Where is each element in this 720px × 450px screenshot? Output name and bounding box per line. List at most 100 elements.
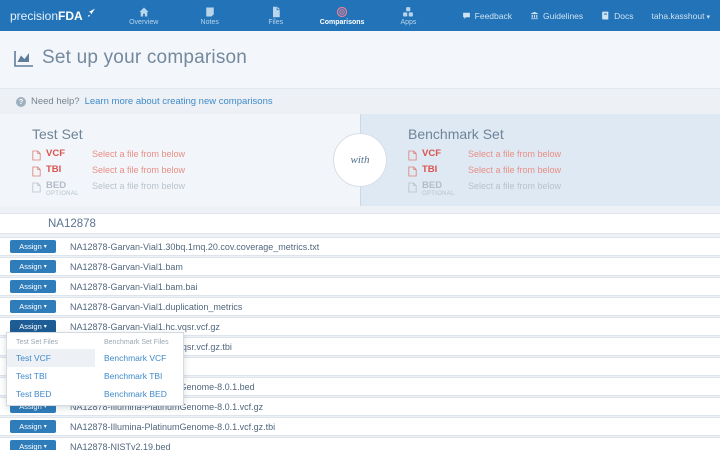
optional-note: OPTIONAL — [46, 191, 79, 198]
test-set-panel: Test Set VCF Select a file from below TB… — [0, 114, 360, 206]
menu-item-benchmark-bed[interactable]: Benchmark BED — [95, 385, 183, 403]
benchmark-bed-row: BED OPTIONAL Select a file from below — [408, 180, 720, 198]
menu-item-benchmark-vcf[interactable]: Benchmark VCF — [95, 349, 183, 367]
menu-item-benchmark-tbi[interactable]: Benchmark TBI — [95, 367, 183, 385]
help-prefix: Need help? — [31, 96, 80, 107]
file-row: Assign ▾ NA12878-Garvan-Vial1.30bq.1mq.20… — [0, 237, 720, 256]
nav-link-label: Guidelines — [543, 10, 584, 21]
file-row: Assign ▾ NA12878-Garvan-Vial1.duplication… — [0, 297, 720, 316]
comparison-setup-panels: Test Set VCF Select a file from below TB… — [0, 114, 720, 206]
assign-label: Assign — [19, 302, 42, 311]
nav-item-apps[interactable]: Apps — [386, 0, 430, 31]
feedback-link[interactable]: Feedback — [462, 11, 512, 21]
bank-icon — [531, 11, 538, 20]
nav-label: Comparisons — [319, 18, 365, 26]
home-icon — [139, 7, 149, 16]
file-name: NA12878-Garvan-Vial1.duplication_metrics — [70, 301, 243, 312]
test-bed-type: BED — [46, 180, 67, 191]
test-bed-select-link[interactable]: Select a file from below — [92, 181, 185, 191]
page-title: Set up your comparison — [42, 47, 248, 68]
file-name: NA12878-Garvan-Vial1.bam — [70, 261, 183, 272]
nav-item-comparisons[interactable]: Comparisons — [319, 0, 365, 31]
test-tbi-row: TBI Select a file from below — [32, 164, 360, 177]
assign-label: Assign — [19, 322, 42, 331]
help-link[interactable]: Learn more about creating new comparison… — [85, 96, 273, 107]
speech-bubble-icon — [462, 12, 470, 19]
assign-label: Assign — [19, 422, 42, 431]
benchmark-vcf-select-link[interactable]: Select a file from below — [468, 149, 561, 159]
cubes-icon — [403, 6, 414, 16]
file-name: NA12878-NISTv2.19.bed — [70, 441, 171, 450]
page-icon — [408, 166, 417, 177]
benchmark-vcf-label: VCF — [422, 148, 441, 159]
assign-label: Assign — [19, 442, 42, 450]
caret-down-icon: ▾ — [43, 284, 47, 290]
optional-note: OPTIONAL — [422, 191, 455, 198]
file-row: Assign ▾ NA12878-Garvan-Vial1.bam — [0, 257, 720, 276]
nav-item-files[interactable]: Files — [254, 0, 298, 31]
file-filter-input[interactable] — [0, 214, 720, 234]
chart-icon — [14, 51, 33, 67]
dropdown-test-column: Test Set Files Test VCF Test TBI Test BE… — [7, 335, 95, 403]
precisionfda-logo[interactable]: precision FDA — [10, 8, 96, 23]
nav-label: Notes — [200, 18, 219, 26]
test-set-title: Test Set — [32, 126, 83, 142]
benchmark-bed-select-link[interactable]: Select a file from below — [468, 181, 561, 191]
benchmark-tbi-label: TBI — [422, 164, 438, 175]
caret-down-icon: ▾ — [43, 244, 47, 250]
test-tbi-select-link[interactable]: Select a file from below — [92, 165, 185, 175]
nav-item-notes[interactable]: Notes — [188, 0, 232, 31]
test-vcf-select-link[interactable]: Select a file from below — [92, 149, 185, 159]
page-icon — [32, 182, 41, 193]
benchmark-tbi-row: TBI Select a file from below — [408, 164, 720, 177]
caret-down-icon: ▾ — [43, 324, 47, 330]
user-menu[interactable]: taha.kasshout ▾ — [652, 11, 710, 21]
file-row: Assign ▾ NA12878-Garvan-Vial1.bam.bai — [0, 277, 720, 296]
nav-label: Apps — [400, 18, 417, 26]
dropdown-header-benchmark: Benchmark Set Files — [104, 339, 169, 346]
dropdown-header-test: Test Set Files — [16, 339, 59, 346]
menu-item-test-vcf[interactable]: Test VCF — [7, 349, 95, 367]
rocket-icon — [87, 8, 95, 17]
assign-label: Assign — [19, 242, 42, 251]
file-filter — [0, 213, 720, 234]
brand-text-regular: precision — [10, 8, 59, 23]
caret-down-icon: ▾ — [43, 264, 47, 270]
with-connector: with — [333, 133, 387, 187]
assign-button[interactable]: Assign▾ — [10, 280, 56, 293]
caret-down-icon: ▾ — [43, 444, 47, 450]
file-icon — [272, 6, 280, 17]
file-name: NA12878-Illumina-PlatinumGenome-8.0.1.vc… — [70, 421, 276, 432]
benchmark-set-panel: Benchmark Set VCF Select a file from bel… — [360, 114, 720, 206]
nav-item-overview[interactable]: Overview — [122, 0, 166, 31]
assign-dropdown-menu: Test Set Files Test VCF Test TBI Test BE… — [6, 332, 184, 406]
assign-label: Assign — [19, 282, 42, 291]
main-nav: Overview Notes Files Comparisons Apps — [122, 0, 431, 31]
assign-button[interactable]: Assign▾ — [10, 300, 56, 313]
assign-button[interactable]: Assign▾ — [10, 420, 56, 433]
menu-item-test-bed[interactable]: Test BED — [7, 385, 95, 403]
book-icon — [602, 11, 609, 20]
nav-right: Feedback Guidelines Docs taha.kasshout ▾ — [462, 11, 710, 21]
page-icon — [32, 150, 41, 161]
assign-button[interactable]: Assign▾ — [10, 260, 56, 273]
dropdown-benchmark-column: Benchmark Set Files Benchmark VCF Benchm… — [95, 335, 183, 403]
benchmark-bed-label: BED OPTIONAL — [422, 180, 468, 198]
menu-item-test-tbi[interactable]: Test TBI — [7, 367, 95, 385]
page-icon — [32, 166, 41, 177]
nav-link-label: Docs — [614, 10, 634, 21]
test-tbi-label: TBI — [46, 164, 62, 175]
docs-link[interactable]: Docs — [601, 10, 634, 21]
question-icon: ? — [16, 96, 26, 107]
assign-button[interactable]: Assign▾ — [10, 440, 56, 450]
assign-button[interactable]: Assign▾ — [10, 240, 56, 253]
file-row: Assign ▾ NA12878-NISTv2.19.bed — [0, 437, 720, 450]
test-vcf-row: VCF Select a file from below — [32, 148, 360, 161]
guidelines-link[interactable]: Guidelines — [530, 11, 583, 21]
assign-label: Assign — [19, 262, 42, 271]
benchmark-tbi-select-link[interactable]: Select a file from below — [468, 165, 561, 175]
caret-down-icon: ▾ — [706, 13, 710, 21]
benchmark-set-title: Benchmark Set — [408, 126, 504, 142]
test-vcf-label: VCF — [46, 148, 65, 159]
